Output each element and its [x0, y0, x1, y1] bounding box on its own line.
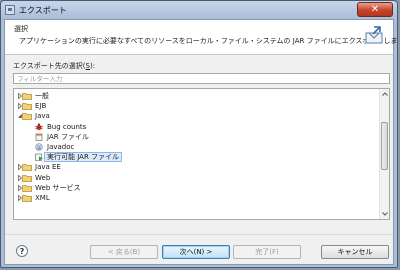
tree-item-label: Javadoc [47, 143, 75, 151]
next-button[interactable]: 次へ(N) > [162, 245, 230, 259]
tree-item[interactable]: XML [14, 193, 380, 203]
tree-item[interactable]: JAR ファイル [14, 132, 380, 142]
tree-item[interactable]: EJB [14, 101, 380, 111]
tree-item-label: Web [35, 173, 51, 182]
jar-icon [35, 133, 43, 141]
tree-item[interactable]: Web サービス [14, 183, 380, 193]
destination-label: エクスポート先の選択(S): [13, 62, 96, 70]
tree-item[interactable]: Bug counts [14, 122, 380, 132]
export-dialog: エクスポート ✕ 選択 アプリケーションの実行に必要なすべてのリソースをローカル… [0, 0, 398, 268]
title-bar[interactable]: エクスポート ✕ [1, 1, 397, 19]
tree-item[interactable]: @ Javadoc [14, 142, 380, 152]
tree-item-label: Java EE [35, 163, 61, 172]
finish-button[interactable]: 完了(F) [233, 245, 301, 259]
window-icon [5, 5, 15, 15]
scroll-up-icon[interactable] [381, 90, 389, 98]
scroll-down-icon[interactable] [381, 210, 389, 218]
close-button[interactable]: ✕ [357, 2, 393, 17]
tree-item-label: XML [35, 194, 50, 202]
dialog-client: 選択 アプリケーションの実行に必要なすべてのリソースをローカル・ファイル・システ… [4, 19, 397, 267]
tree-item-label: Bug counts [47, 122, 87, 131]
help-icon[interactable]: ? [16, 245, 28, 257]
page-description: アプリケーションの実行に必要なすべてのリソースをローカル・ファイル・システムの … [19, 37, 398, 45]
tree-item[interactable]: Web [14, 173, 380, 183]
tree-item-label: JAR ファイル [47, 132, 89, 141]
folder-icon [22, 195, 32, 202]
tree-item-label: Java [35, 112, 50, 121]
runnable-jar-icon [35, 153, 43, 162]
folder-icon [22, 103, 32, 111]
filter-input[interactable] [13, 73, 390, 84]
wizard-header: 選択 アプリケーションの実行に必要なすべてのリソースをローカル・ファイル・システ… [5, 20, 397, 55]
folder-icon [22, 184, 32, 192]
tree-item-label: EJB [35, 102, 47, 111]
back-button[interactable]: < 戻る(B) [90, 245, 158, 259]
page-title: 選択 [14, 25, 28, 33]
cancel-button[interactable]: キャンセル [321, 245, 389, 259]
folder-icon [22, 164, 32, 172]
window-title: エクスポート [19, 6, 67, 15]
folder-icon [22, 113, 32, 121]
export-wizard-icon [365, 26, 383, 44]
javadoc-icon: @ [35, 143, 43, 151]
svg-text:@: @ [37, 145, 42, 151]
tree-item[interactable]: 実行可能 JAR ファイル [14, 152, 380, 163]
scrollbar-thumb[interactable] [381, 122, 388, 170]
tree-item[interactable]: 一般 [14, 91, 380, 101]
tree-item[interactable]: Java EE [14, 162, 380, 172]
tree-scrollbar[interactable] [379, 89, 389, 219]
tree-item-label: Web サービス [35, 183, 81, 192]
tree-item-label: 一般 [35, 92, 49, 100]
button-bar: ? < 戻る(B) 次へ(N) > 完了(F) キャンセル [5, 234, 393, 267]
tree-item[interactable]: Java [14, 111, 380, 121]
folder-icon [22, 93, 32, 100]
export-destination-tree: 一般 EJB Java Bug counts JAR ファイル @ Javadoc 実行可能 … [13, 88, 390, 220]
tree-item-label: 実行可能 JAR ファイル [43, 152, 123, 163]
folder-icon [22, 174, 32, 182]
bug-icon [34, 123, 44, 130]
